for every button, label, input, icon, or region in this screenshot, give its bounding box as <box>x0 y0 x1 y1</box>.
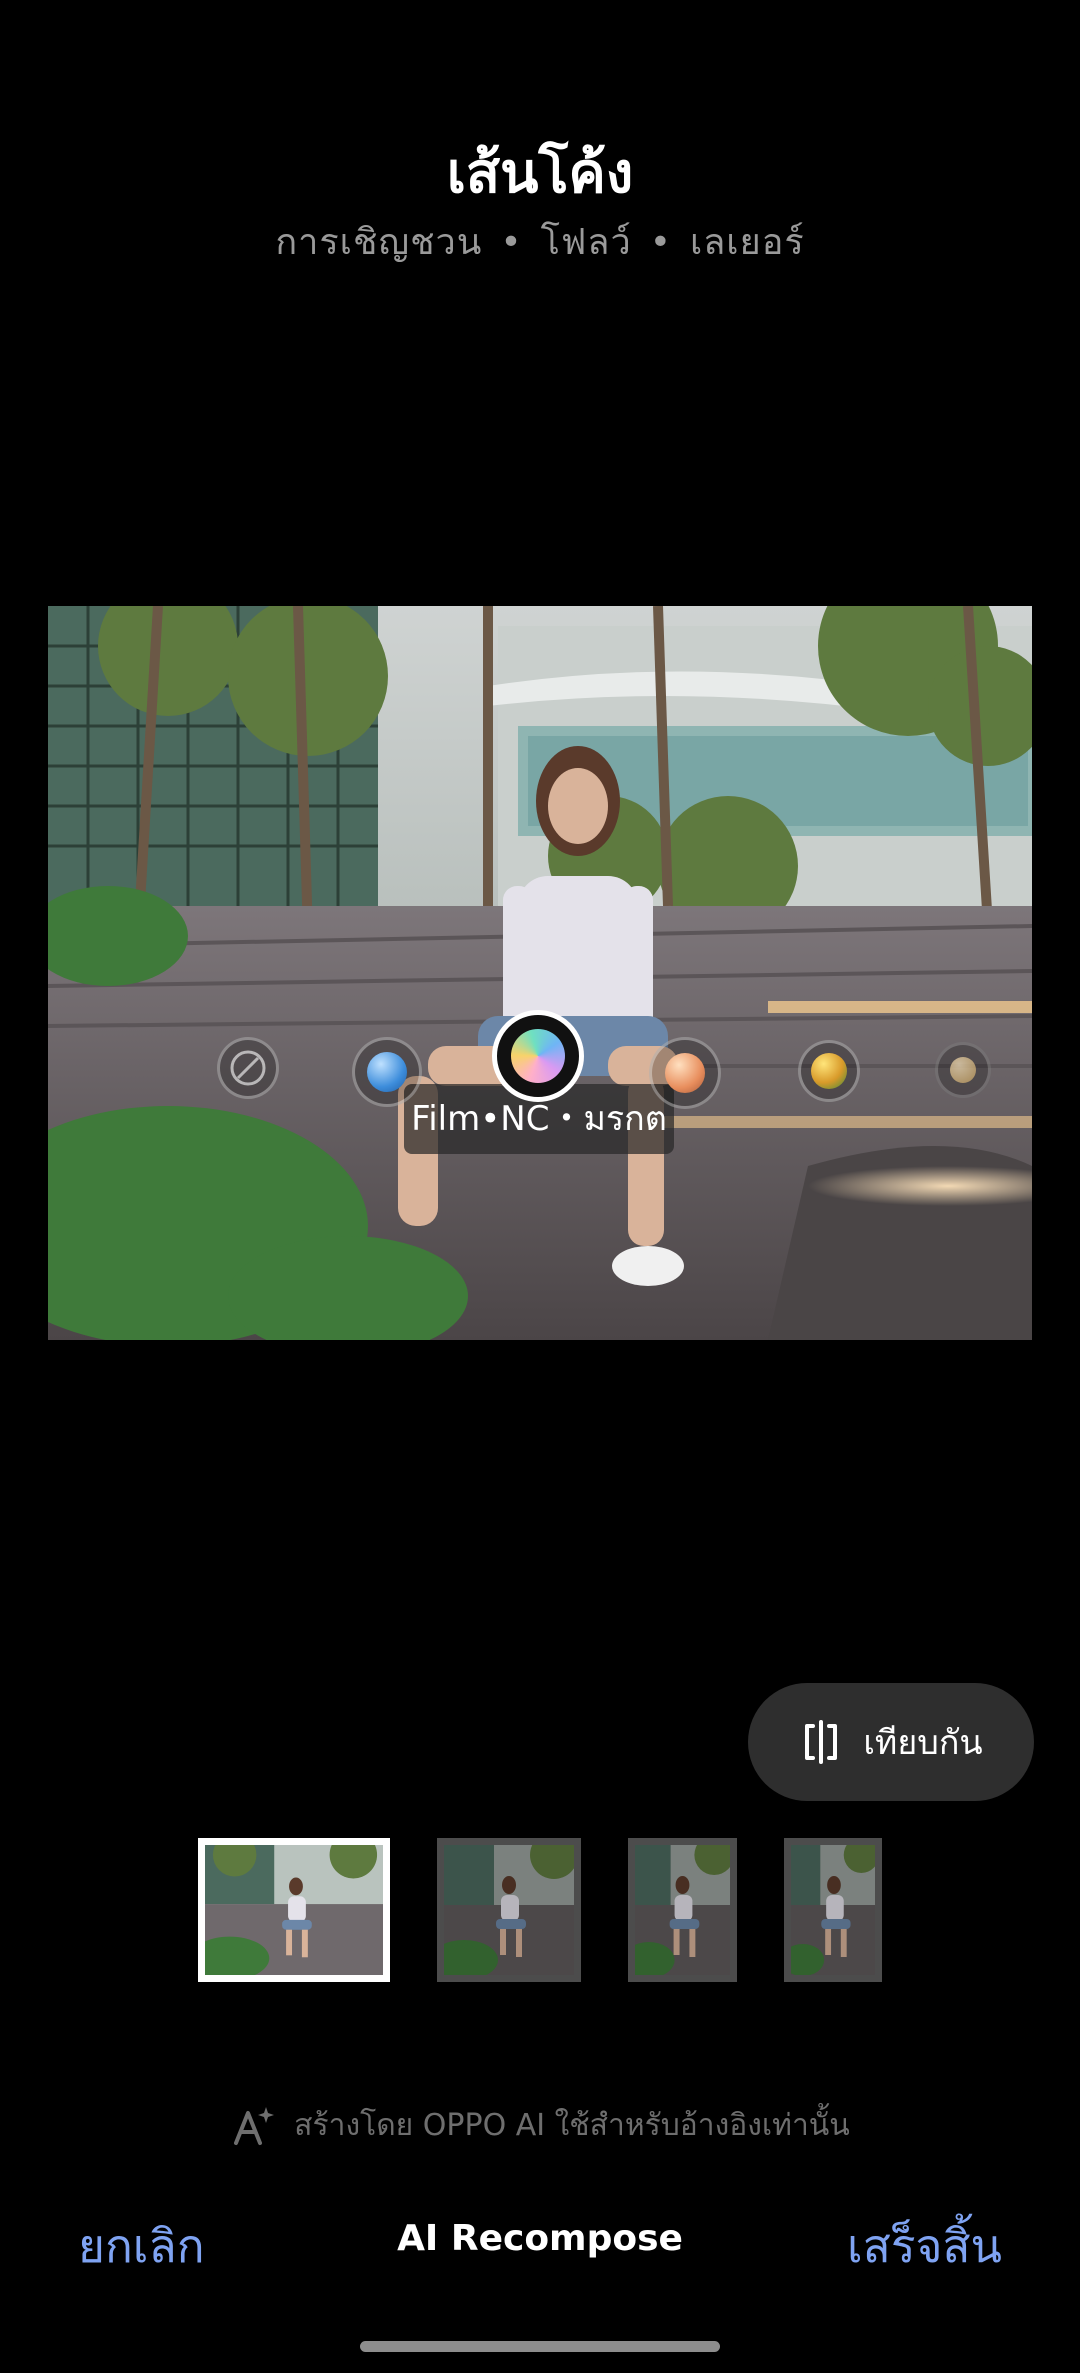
filter-peach-button[interactable] <box>649 1037 721 1109</box>
blue-filter-icon <box>367 1052 407 1092</box>
photo-preview[interactable]: Film•NC・มรกต <box>48 606 1032 1340</box>
done-button[interactable]: เสร็จสิ้น <box>847 2210 1002 2283</box>
filter-faded-button[interactable] <box>935 1042 991 1098</box>
yellow-green-filter-icon <box>811 1053 847 1089</box>
page-title: เส้นโค้ง <box>446 141 634 206</box>
photo-image <box>48 606 1032 1340</box>
home-indicator[interactable] <box>360 2341 720 2352</box>
thumbnail-option-2[interactable] <box>437 1838 581 1982</box>
subtitle-item: โฟลว์ <box>540 222 632 263</box>
none-icon <box>230 1050 266 1086</box>
bottom-action-bar: ยกเลิก AI Recompose เสร็จสิ้น <box>0 2210 1080 2290</box>
faded-filter-icon <box>950 1057 976 1083</box>
ai-disclaimer: สร้างโดย OPPO AI ใช้สำหรับอ้างอิงเท่านั้… <box>0 2102 1080 2149</box>
page-subtitle: การเชิญชวน • โฟลว์ • เลเยอร์ <box>0 213 1080 270</box>
compare-icon <box>805 1720 838 1764</box>
thumbnail-image <box>635 1845 730 1975</box>
separator-dot: • <box>649 222 672 263</box>
compare-label: เทียบกัน <box>863 1723 983 1763</box>
compare-button[interactable]: เทียบกัน <box>748 1683 1034 1801</box>
separator-dot: • <box>500 222 523 263</box>
thumbnail-image <box>205 1845 383 1975</box>
thumbnail-image <box>791 1845 875 1975</box>
no-filter-button[interactable] <box>217 1037 279 1099</box>
peach-filter-icon <box>665 1053 705 1093</box>
filter-selected-button[interactable] <box>492 1010 584 1102</box>
filter-yellow-green-button[interactable] <box>798 1040 860 1102</box>
ai-sparkle-icon <box>234 2106 275 2145</box>
subtitle-item: เลเยอร์ <box>689 222 805 263</box>
thumbnail-image <box>444 1845 574 1975</box>
subtitle-item: การเชิญชวน <box>275 222 483 263</box>
thumbnail-option-3[interactable] <box>628 1838 737 1982</box>
filter-blue-button[interactable] <box>352 1037 422 1107</box>
rainbow-filter-icon <box>511 1029 565 1083</box>
thumbnail-option-4[interactable] <box>784 1838 882 1982</box>
thumbnail-option-1[interactable] <box>198 1838 390 1982</box>
ai-disclaimer-text: สร้างโดย OPPO AI ใช้สำหรับอ้างอิงเท่านั้… <box>294 2108 850 2143</box>
